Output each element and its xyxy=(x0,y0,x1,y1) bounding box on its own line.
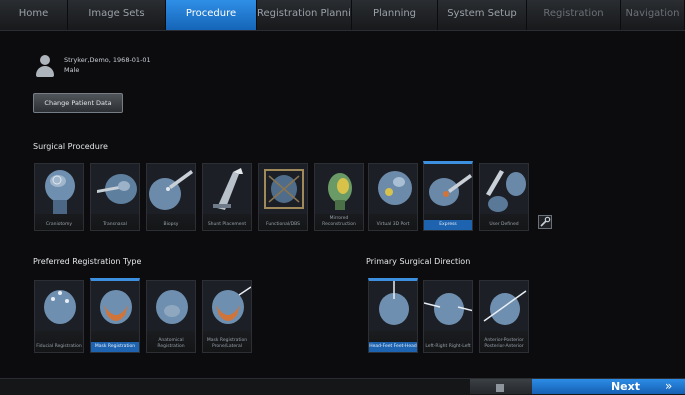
registration-label: Anatomical Registration xyxy=(157,338,185,349)
transnasal-scan-icon xyxy=(91,164,139,214)
patient-info: Stryker,Demo, 1968-01-01 Male xyxy=(34,55,151,77)
procedure-label: Biopsy xyxy=(163,222,179,227)
wrench-icon[interactable] xyxy=(538,215,552,229)
procedure-label: Shunt Placement xyxy=(207,222,247,227)
registration-label: Fiducial Registration xyxy=(36,344,82,349)
procedure-card-functional-dbs[interactable]: Functional/DBS xyxy=(258,163,308,231)
registration-label: Mask Registration xyxy=(91,342,139,352)
user-defined-tools-icon xyxy=(480,164,528,214)
change-patient-data-button[interactable]: Change Patient Data xyxy=(33,93,123,113)
surgical-procedure-heading: Surgical Procedure xyxy=(33,142,108,151)
direction-label: Anterior-Posterior Posterior-Anterior xyxy=(484,338,524,349)
tab-image-sets[interactable]: Image Sets xyxy=(68,0,166,30)
procedure-label: Express xyxy=(424,220,472,230)
surgical-direction-heading: Primary Surgical Direction xyxy=(366,257,471,266)
registration-label: Mask Registration Prone/Lateral xyxy=(206,338,248,349)
procedure-card-virtual-3d-port[interactable]: Virtual 3D Port xyxy=(368,163,418,231)
direction-label: Head-Feet Feet-Head xyxy=(369,342,417,352)
procedure-card-craniotomy[interactable]: Craniotomy xyxy=(34,163,84,231)
patient-sex: Male xyxy=(64,66,80,74)
head-scan-icon xyxy=(35,164,83,214)
camera-icon xyxy=(496,384,504,392)
patient-name: Stryker,Demo, 1968-01-01 xyxy=(64,56,151,64)
shunt-instrument-icon xyxy=(203,164,251,214)
screenshot-button[interactable] xyxy=(470,379,532,394)
next-button[interactable]: Next xyxy=(532,379,685,394)
person-icon xyxy=(34,55,56,77)
registration-card-anatomical[interactable]: Anatomical Registration xyxy=(146,280,196,353)
procedure-label: Functional/DBS xyxy=(266,222,300,227)
procedure-card-mirrored-reconstruction[interactable]: Mirrored Reconstruction xyxy=(314,163,364,231)
main-tab-bar: Home Image Sets Procedure Registration P… xyxy=(0,0,685,31)
registration-card-mask[interactable]: Mask Registration xyxy=(90,278,140,353)
procedure-card-express[interactable]: Express xyxy=(423,161,473,231)
direction-label: Left-Right Right-Left xyxy=(425,344,471,349)
tab-registration: Registration xyxy=(527,0,621,30)
procedure-card-user-defined[interactable]: User Defined xyxy=(479,163,529,231)
procedure-label: Craniotomy xyxy=(45,222,73,227)
direction-card-left-right[interactable]: Left-Right Right-Left xyxy=(423,280,473,353)
direction-card-head-feet[interactable]: Head-Feet Feet-Head xyxy=(368,278,418,353)
mask-prone-head-icon xyxy=(203,281,251,331)
procedure-label: Mirrored Reconstruction xyxy=(322,216,356,227)
tab-procedure[interactable]: Procedure xyxy=(166,0,257,30)
left-right-direction-icon xyxy=(424,281,472,331)
procedure-card-transnasal[interactable]: Transnasal xyxy=(90,163,140,231)
dbs-frame-icon xyxy=(259,164,307,214)
procedure-label: User Defined xyxy=(489,222,519,227)
head-feet-direction-icon xyxy=(369,281,417,331)
tab-planning[interactable]: Planning xyxy=(352,0,438,30)
tab-system-setup[interactable]: System Setup xyxy=(438,0,527,30)
virtual-port-icon xyxy=(369,164,417,214)
direction-card-anterior-posterior[interactable]: Anterior-Posterior Posterior-Anterior xyxy=(479,280,529,353)
anterior-posterior-direction-icon xyxy=(480,281,528,331)
mask-head-icon xyxy=(91,281,139,331)
registration-type-heading: Preferred Registration Type xyxy=(33,257,142,266)
mirrored-skull-icon xyxy=(315,164,363,214)
registration-card-fiducial[interactable]: Fiducial Registration xyxy=(34,280,84,353)
tab-registration-planning[interactable]: Registration Planning xyxy=(257,0,352,30)
double-chevron-right-icon[interactable]: » xyxy=(665,379,672,394)
fiducial-head-icon xyxy=(35,281,83,331)
anatomical-head-icon xyxy=(147,281,195,331)
registration-card-mask-prone-lateral[interactable]: Mask Registration Prone/Lateral xyxy=(202,280,252,353)
biopsy-needle-icon xyxy=(147,164,195,214)
express-pointer-icon xyxy=(424,164,472,214)
procedure-label: Transnasal xyxy=(103,222,127,227)
tab-navigation: Navigation xyxy=(621,0,685,30)
procedure-label: Virtual 3D Port xyxy=(376,222,410,227)
procedure-card-biopsy[interactable]: Biopsy xyxy=(146,163,196,231)
procedure-card-shunt-placement[interactable]: Shunt Placement xyxy=(202,163,252,231)
tab-home[interactable]: Home xyxy=(0,0,68,30)
